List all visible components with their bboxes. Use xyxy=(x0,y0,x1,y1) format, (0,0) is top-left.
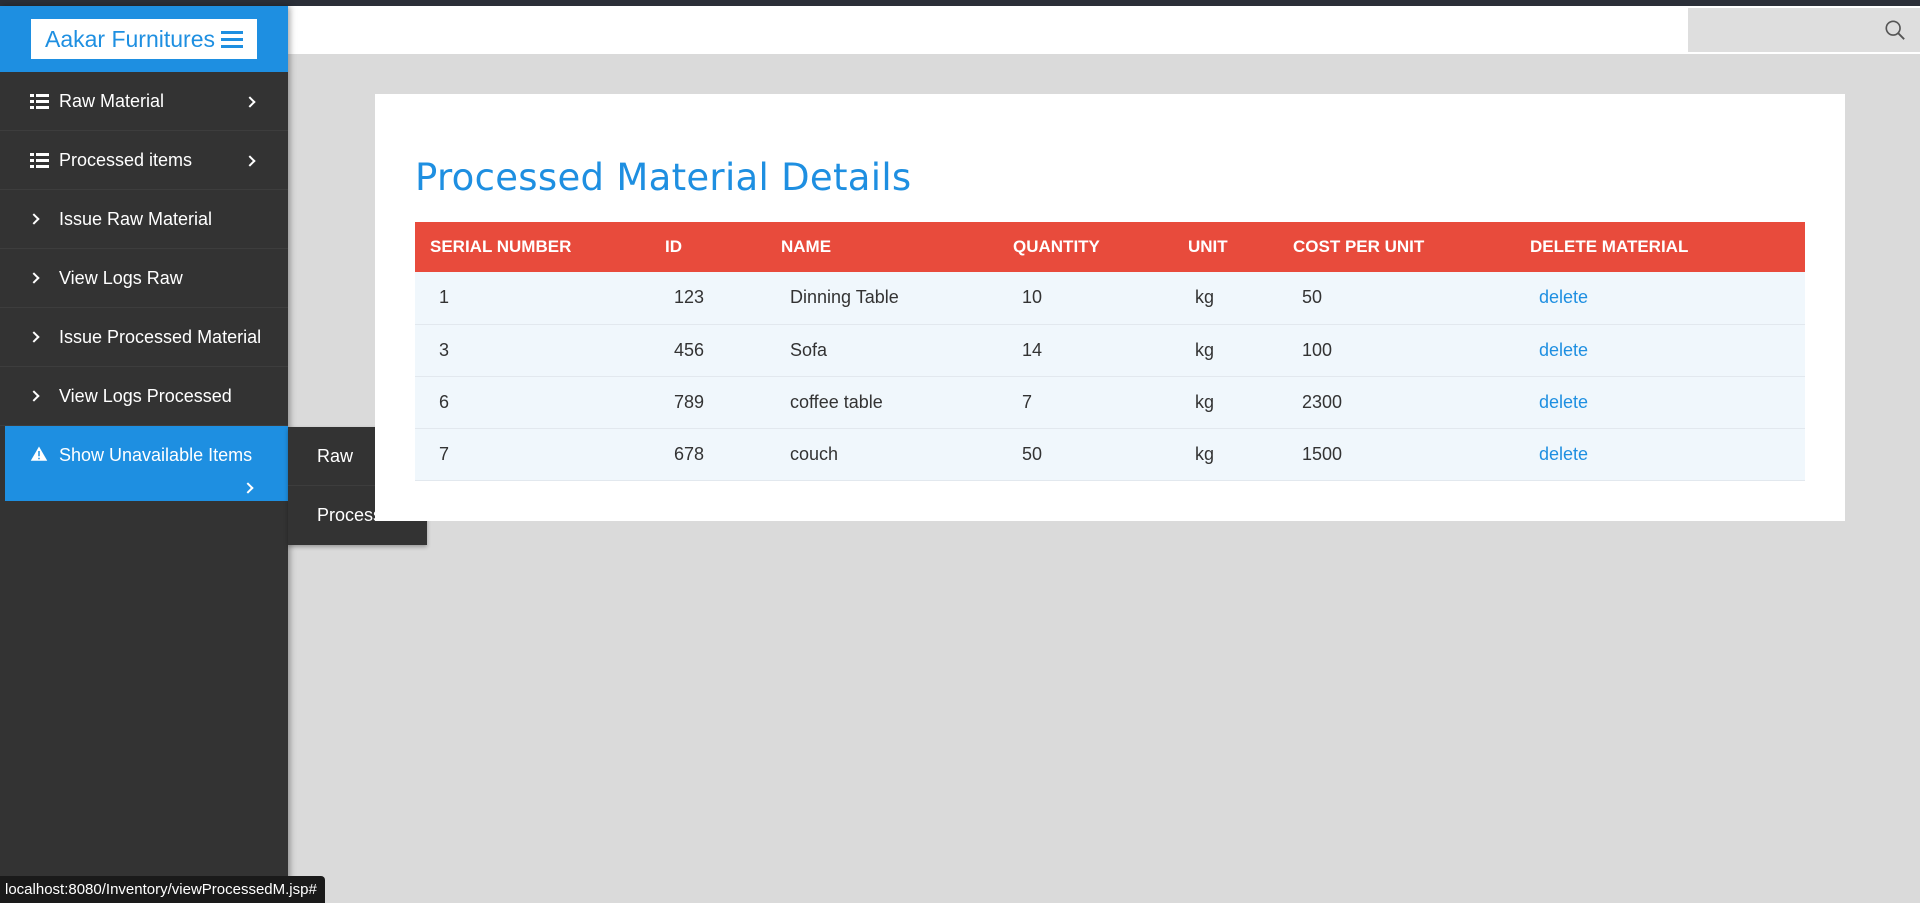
sidebar-item-label: View Logs Raw xyxy=(59,267,183,288)
column-header: UNIT xyxy=(1188,237,1228,256)
sidebar-item-processed-items[interactable]: Processed items xyxy=(0,131,288,190)
sidebar-item-raw-material[interactable]: Raw Material xyxy=(0,72,288,131)
table-cell: 50 xyxy=(1022,443,1043,464)
list-icon xyxy=(30,152,50,168)
table-cell: 6 xyxy=(439,391,450,412)
table-cell: 7 xyxy=(439,443,450,464)
sidebar: Aakar Furnitures Raw Material Processed … xyxy=(0,6,288,903)
chevron-right-icon xyxy=(28,272,50,284)
table-cell: 123 xyxy=(674,287,705,308)
chevron-right-icon xyxy=(244,90,256,108)
header-bar xyxy=(288,6,1920,54)
sidebar-item-label: Issue Processed Material xyxy=(59,326,262,347)
sidebar-item-view-logs-raw[interactable]: View Logs Raw xyxy=(0,249,288,308)
search-icon[interactable] xyxy=(1884,19,1906,41)
table-cell: 7 xyxy=(1022,391,1033,412)
warning-icon xyxy=(30,445,50,463)
table-cell: 789 xyxy=(674,391,705,412)
chevron-right-icon xyxy=(28,390,50,402)
table-cell: kg xyxy=(1195,391,1215,412)
search-box[interactable] xyxy=(1688,8,1920,52)
chevron-right-icon xyxy=(28,213,50,225)
table-cell: 1500 xyxy=(1302,443,1343,464)
sidebar-item-label: Raw Material xyxy=(59,90,165,111)
table-header-row: SERIAL NUMBER ID NAME QUANTITY UNIT COST… xyxy=(415,222,1805,272)
list-icon xyxy=(30,93,50,109)
column-header: DELETE MATERIAL xyxy=(1530,237,1689,256)
table-cell: 678 xyxy=(674,443,705,464)
column-header: ID xyxy=(665,237,682,256)
sidebar-item-issue-processed-material[interactable]: Issue Processed Material xyxy=(0,308,288,367)
status-bar-url: localhost:8080/Inventory/viewProcessedM.… xyxy=(0,876,325,903)
table-cell: kg xyxy=(1195,339,1215,360)
table-cell: Sofa xyxy=(790,339,828,360)
sidebar-item-label: Processed items xyxy=(59,149,193,170)
content-card: Processed Material Details SERIAL NUMBER… xyxy=(375,94,1845,521)
table-row: 7 678 couch 50 kg 1500 delete xyxy=(415,428,1805,480)
sidebar-item-issue-raw-material[interactable]: Issue Raw Material xyxy=(0,190,288,249)
column-header: SERIAL NUMBER xyxy=(430,237,572,256)
table-cell: 2300 xyxy=(1302,391,1343,412)
sidebar-item-view-logs-processed[interactable]: View Logs Processed xyxy=(0,367,288,426)
table-cell: couch xyxy=(790,443,839,464)
table-row: 3 456 Sofa 14 kg 100 delete xyxy=(415,324,1805,376)
sidebar-item-label: View Logs Processed xyxy=(59,385,232,406)
delete-link[interactable]: delete xyxy=(1539,444,1588,464)
table-cell: kg xyxy=(1195,443,1215,464)
chevron-right-icon xyxy=(244,149,256,167)
table-cell: 14 xyxy=(1022,339,1043,360)
sidebar-item-show-unavailable-items[interactable]: Show Unavailable Items xyxy=(5,426,288,501)
chevron-right-icon xyxy=(242,476,254,494)
table-cell: 50 xyxy=(1302,287,1323,308)
table-cell: 456 xyxy=(674,339,705,360)
table-cell: kg xyxy=(1195,287,1215,308)
column-header: QUANTITY xyxy=(1013,237,1100,256)
table-cell: 3 xyxy=(439,339,450,360)
processed-material-table: SERIAL NUMBER ID NAME QUANTITY UNIT COST… xyxy=(415,222,1805,481)
table-row: 6 789 coffee table 7 kg 2300 delete xyxy=(415,376,1805,428)
column-header: COST PER UNIT xyxy=(1293,237,1425,256)
table-cell: 10 xyxy=(1022,287,1043,308)
delete-link[interactable]: delete xyxy=(1539,340,1588,360)
delete-link[interactable]: delete xyxy=(1539,287,1588,307)
brand-title: Aakar Furnitures xyxy=(44,25,215,52)
delete-link[interactable]: delete xyxy=(1539,392,1588,412)
chevron-right-icon xyxy=(28,331,50,343)
table-cell: coffee table xyxy=(790,391,883,412)
sidebar-item-label: Issue Raw Material xyxy=(59,208,213,229)
table-cell: Dinning Table xyxy=(790,287,899,308)
sidebar-item-label: Show Unavailable Items xyxy=(59,445,253,465)
table-cell: 1 xyxy=(439,287,450,308)
table-cell: 100 xyxy=(1302,339,1333,360)
table-row: 1 123 Dinning Table 10 kg 50 delete xyxy=(415,272,1805,324)
page-title: Processed Material Details xyxy=(415,156,912,199)
hamburger-icon[interactable] xyxy=(221,30,243,48)
column-header: NAME xyxy=(781,237,832,256)
brand-logo[interactable]: Aakar Furnitures xyxy=(31,19,257,59)
brand-bar: Aakar Furnitures xyxy=(0,6,288,72)
